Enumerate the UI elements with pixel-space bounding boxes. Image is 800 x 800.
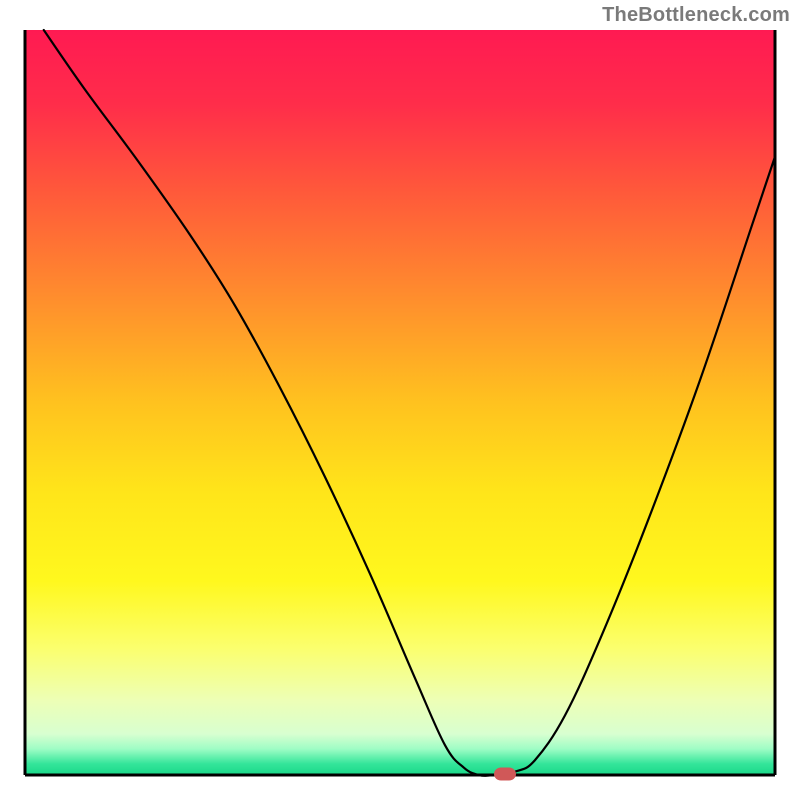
bottleneck-chart bbox=[0, 0, 800, 800]
watermark-label: TheBottleneck.com bbox=[602, 4, 790, 27]
plot-background bbox=[25, 30, 775, 775]
chart-container: TheBottleneck.com bbox=[0, 0, 800, 800]
optimal-point-marker bbox=[494, 768, 516, 781]
